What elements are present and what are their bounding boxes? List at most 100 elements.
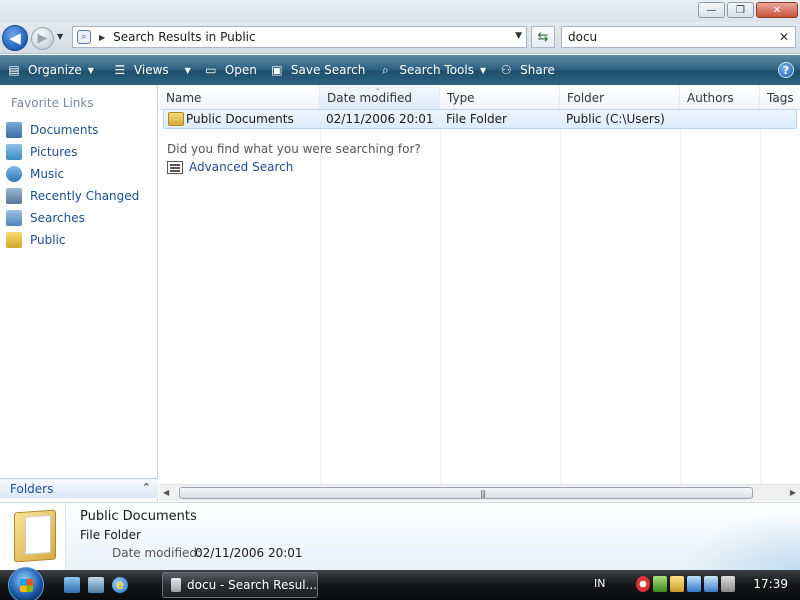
maximize-button[interactable]: ❐ xyxy=(727,2,754,18)
favorite-links-list: Documents Pictures Music Recently Change… xyxy=(6,119,156,251)
decorative-swoosh xyxy=(680,511,800,571)
open-icon: ▭ xyxy=(205,63,217,77)
documents-icon xyxy=(6,122,22,138)
start-button[interactable] xyxy=(8,567,44,600)
network-status-icon[interactable] xyxy=(653,576,667,592)
column-headers: Name Date modified Type Folder Authors T… xyxy=(159,86,800,110)
search-tools-chevron-down-icon: ▼ xyxy=(479,65,487,75)
favorite-link-music[interactable]: Music xyxy=(6,163,156,185)
column-header-folder[interactable]: Folder xyxy=(560,86,680,110)
clock[interactable]: 17:39 xyxy=(753,577,788,591)
organize-button[interactable]: ▤ Organize ▼ xyxy=(0,55,100,85)
taskbar: e docu - Search Resul... IN 17:39 xyxy=(0,567,800,600)
advanced-search-icon xyxy=(167,161,183,174)
back-arrow-icon: ◀ xyxy=(9,29,21,47)
minimize-button[interactable]: — xyxy=(698,2,725,18)
column-header-name[interactable]: Name xyxy=(159,86,320,110)
details-item-name: Public Documents xyxy=(80,509,197,524)
organize-chevron-down-icon: ▼ xyxy=(87,65,94,75)
share-label: Share xyxy=(520,63,555,77)
windows-update-icon[interactable] xyxy=(687,576,701,592)
recent-pages-dropdown[interactable]: ▼ xyxy=(57,32,69,44)
favorite-link-label: Pictures xyxy=(30,145,78,159)
favorite-link-label: Music xyxy=(30,167,65,181)
help-button[interactable]: ? xyxy=(778,62,794,78)
horizontal-scrollbar[interactable]: ◀ ||| ▶ xyxy=(159,484,800,501)
column-divider xyxy=(440,110,441,484)
details-item-type: File Folder xyxy=(80,528,141,542)
chevron-up-icon: ⌃ xyxy=(141,481,151,494)
scroll-left-icon[interactable]: ◀ xyxy=(163,488,169,497)
pictures-icon xyxy=(6,144,22,160)
music-icon xyxy=(6,166,22,182)
forward-button[interactable]: ▶ xyxy=(31,27,54,50)
folders-toggle[interactable]: Folders ⌃ xyxy=(0,478,158,498)
favorite-link-public[interactable]: Public xyxy=(6,229,156,251)
favorite-link-label: Recently Changed xyxy=(30,189,140,203)
column-divider xyxy=(680,110,681,484)
search-query[interactable]: docu xyxy=(568,30,597,44)
scrollbar-thumb[interactable]: ||| xyxy=(179,487,753,499)
tray-app-icon[interactable] xyxy=(670,576,684,592)
save-search-button[interactable]: ▣ Save Search xyxy=(263,55,372,85)
title-bar: — ❐ ✕ xyxy=(0,0,800,22)
show-desktop-icon[interactable] xyxy=(64,577,80,593)
security-alert-icon[interactable] xyxy=(636,576,650,592)
search-tools-button[interactable]: ⌕ Search Tools ▼ xyxy=(371,55,492,85)
column-header-authors[interactable]: Authors xyxy=(680,86,760,110)
language-indicator[interactable]: IN xyxy=(594,577,605,590)
volume-muted-icon[interactable] xyxy=(721,576,735,592)
favorite-link-documents[interactable]: Documents xyxy=(6,119,156,141)
column-divider xyxy=(560,110,561,484)
cell-type: File Folder xyxy=(446,112,507,126)
recently-changed-icon xyxy=(6,188,22,204)
favorite-link-label: Searches xyxy=(30,211,85,225)
views-button[interactable]: ☰ Views ▼ xyxy=(106,55,197,85)
breadcrumb-search-results[interactable]: Search Results in Public xyxy=(113,30,255,44)
forward-arrow-icon: ▶ xyxy=(37,31,48,46)
views-icon: ☰ xyxy=(114,63,126,77)
cell-name[interactable]: Public Documents xyxy=(186,112,294,126)
large-folder-icon xyxy=(14,509,56,563)
advanced-search-link[interactable]: Advanced Search xyxy=(189,160,293,174)
favorite-link-label: Public xyxy=(30,233,66,247)
searches-icon xyxy=(6,210,22,226)
favorite-link-recently-changed[interactable]: Recently Changed xyxy=(6,185,156,207)
search-tools-label: Search Tools xyxy=(399,63,474,77)
folder-icon xyxy=(168,112,184,126)
window-controls: — ❐ ✕ xyxy=(698,2,798,18)
favorite-links-heading: Favorite Links xyxy=(11,96,94,110)
breadcrumb-chevron-icon[interactable]: ▶ xyxy=(99,33,105,42)
save-search-label: Save Search xyxy=(290,63,366,77)
column-header-tags[interactable]: Tags xyxy=(760,86,800,110)
network-icon[interactable] xyxy=(704,576,718,592)
internet-explorer-icon[interactable]: e xyxy=(112,577,128,593)
organize-icon: ▤ xyxy=(8,63,20,77)
favorite-link-searches[interactable]: Searches xyxy=(6,207,156,229)
save-search-icon: ▣ xyxy=(271,63,283,77)
back-button[interactable]: ◀ xyxy=(2,25,28,51)
share-button[interactable]: ⚇ Share xyxy=(492,55,561,85)
details-date-modified-label: Date modified: xyxy=(112,546,202,560)
search-tools-icon: ⌕ xyxy=(382,62,389,77)
details-date-modified-value: 02/11/2006 20:01 xyxy=(195,546,303,560)
column-divider xyxy=(760,110,761,484)
search-input[interactable]: docu ✕ xyxy=(561,26,796,48)
close-button[interactable]: ✕ xyxy=(756,2,798,18)
organize-label: Organize xyxy=(28,63,82,77)
scroll-right-icon[interactable]: ▶ xyxy=(790,488,796,497)
favorite-link-pictures[interactable]: Pictures xyxy=(6,141,156,163)
taskbar-window-button[interactable]: docu - Search Resul... xyxy=(162,572,318,598)
address-dropdown-icon[interactable]: ▼ xyxy=(515,31,522,41)
switch-windows-icon[interactable] xyxy=(88,577,104,593)
refresh-button[interactable]: ⇆ xyxy=(531,26,555,48)
grip-icon: ||| xyxy=(480,489,486,498)
address-bar[interactable]: ⌕ ▶ Search Results in Public ▼ xyxy=(72,26,527,48)
refresh-icon: ⇆ xyxy=(537,29,549,45)
column-header-type[interactable]: Type xyxy=(440,86,560,110)
open-label: Open xyxy=(224,63,257,77)
explorer-window-icon xyxy=(171,578,182,592)
open-button[interactable]: ▭ Open xyxy=(197,55,263,85)
clear-search-icon[interactable]: ✕ xyxy=(779,30,789,44)
sort-indicator-icon: ⌄ xyxy=(375,86,381,92)
